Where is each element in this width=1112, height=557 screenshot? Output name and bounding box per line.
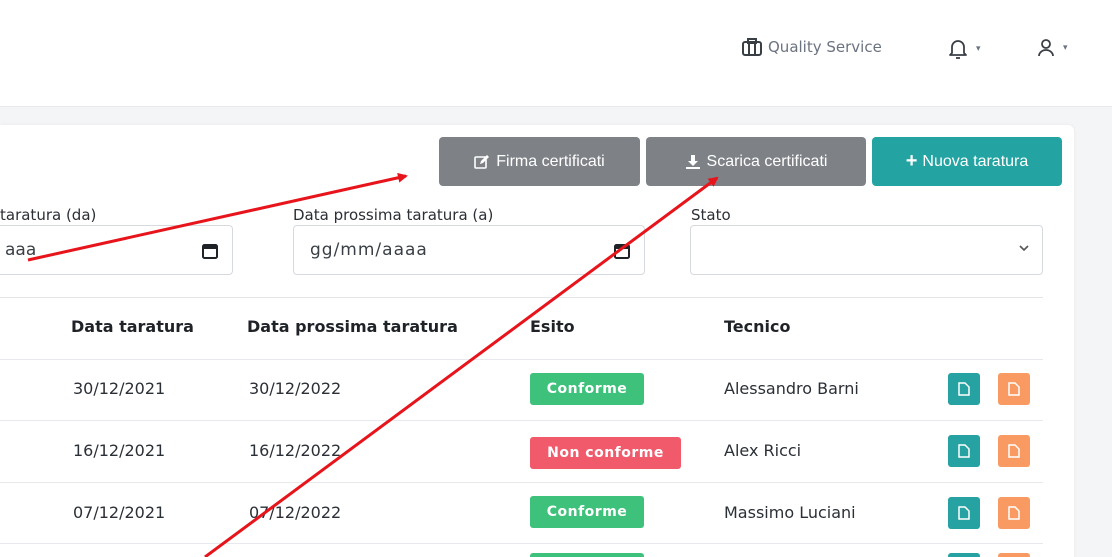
status-select[interactable] <box>690 225 1043 275</box>
view-document-button[interactable] <box>948 553 980 557</box>
cell-next-date: 16/12/2022 <box>249 441 342 460</box>
calibrations-card <box>0 125 1074 557</box>
pdf-document-button[interactable] <box>998 373 1030 405</box>
new-calibration-label: Nuova taratura <box>922 152 1029 170</box>
document-icon <box>958 382 970 396</box>
pdf-document-button[interactable] <box>998 553 1030 557</box>
next-date-to-label: Data prossima taratura (a) <box>293 206 494 224</box>
cell-next-date: 30/12/2022 <box>249 379 342 398</box>
sign-certificates-button[interactable]: Firma certificati <box>439 137 640 186</box>
top-navbar: Quality Service ▾ ▾ <box>0 0 1112 107</box>
column-header-date[interactable]: Data taratura <box>71 317 194 336</box>
table-row-divider <box>0 482 1043 483</box>
chevron-down-icon: ▾ <box>976 44 981 54</box>
table-row-divider <box>0 543 1043 544</box>
download-icon <box>685 154 700 169</box>
date-from-input[interactable]: aaa <box>0 225 233 275</box>
cell-technician: Alessandro Barni <box>724 379 859 398</box>
new-calibration-button[interactable]: + Nuova taratura <box>872 137 1062 186</box>
company-name: Quality Service <box>768 38 882 56</box>
date-from-label: taratura (da) <box>0 206 97 224</box>
cell-technician: Massimo Luciani <box>724 503 856 522</box>
cell-date: 16/12/2021 <box>73 441 166 460</box>
document-icon <box>958 444 970 458</box>
cell-next-date: 07/12/2022 <box>249 503 342 522</box>
status-badge <box>530 553 644 557</box>
cell-date: 30/12/2021 <box>73 379 166 398</box>
document-icon <box>958 506 970 520</box>
filters-divider <box>0 297 1043 298</box>
table-row-divider <box>0 420 1043 421</box>
date-from-value: aaa <box>5 240 37 260</box>
edit-icon <box>474 154 490 169</box>
download-certificates-label: Scarica certificati <box>706 152 828 170</box>
status-badge: Conforme <box>530 496 644 528</box>
download-certificates-button[interactable]: Scarica certificati <box>646 137 866 186</box>
pdf-document-button[interactable] <box>998 435 1030 467</box>
next-date-to-value: gg/mm/aaaa <box>310 240 428 260</box>
column-header-technician[interactable]: Tecnico <box>724 317 790 336</box>
chevron-down-icon <box>1019 245 1029 252</box>
view-document-button[interactable] <box>948 497 980 529</box>
notifications-menu[interactable]: ▾ <box>948 38 981 60</box>
bell-icon <box>949 40 967 59</box>
calendar-icon[interactable] <box>614 242 630 259</box>
cell-technician: Alex Ricci <box>724 441 802 460</box>
document-icon <box>1008 506 1020 520</box>
document-icon <box>1008 444 1020 458</box>
status-label: Stato <box>691 206 731 224</box>
cell-date: 07/12/2021 <box>73 503 166 522</box>
chevron-down-icon: ▾ <box>1063 43 1068 53</box>
plus-icon: + <box>905 150 918 172</box>
status-badge: Conforme <box>530 373 644 405</box>
next-date-to-input[interactable]: gg/mm/aaaa <box>293 225 645 275</box>
table-row-divider <box>0 359 1043 360</box>
building-icon <box>742 38 762 56</box>
pdf-document-button[interactable] <box>998 497 1030 529</box>
view-document-button[interactable] <box>948 435 980 467</box>
column-header-next-date[interactable]: Data prossima taratura <box>247 317 458 336</box>
status-badge: Non conforme <box>530 437 681 469</box>
company-menu[interactable]: Quality Service <box>742 38 882 56</box>
calendar-icon[interactable] <box>202 242 218 259</box>
user-menu[interactable]: ▾ <box>1037 38 1068 58</box>
document-icon <box>1008 382 1020 396</box>
sign-certificates-label: Firma certificati <box>496 152 605 170</box>
user-icon <box>1038 39 1054 57</box>
view-document-button[interactable] <box>948 373 980 405</box>
column-header-outcome[interactable]: Esito <box>530 317 575 336</box>
